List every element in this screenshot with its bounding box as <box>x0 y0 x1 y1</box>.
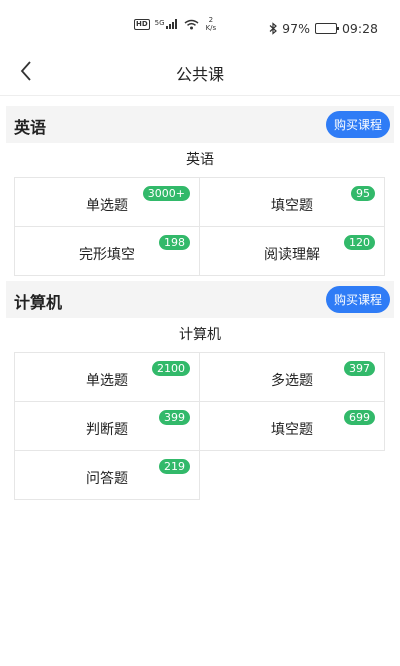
question-type-item[interactable]: 单选题 2100 <box>14 352 200 402</box>
question-count-badge: 2100 <box>152 361 190 376</box>
signal-label: 5G <box>154 19 165 27</box>
question-type-grid: 单选题 3000+ 填空题 95 完形填空 198 阅读理解 120 <box>14 177 385 276</box>
question-count-badge: 699 <box>344 410 375 425</box>
question-count-badge: 399 <box>159 410 190 425</box>
status-right: 97% 09:28 <box>269 21 378 36</box>
question-type-item[interactable]: 填空题 95 <box>199 177 385 227</box>
buy-course-button[interactable]: 购买课程 <box>326 111 390 138</box>
network-speed: 2 K/s <box>206 16 217 32</box>
question-count-badge: 95 <box>351 186 375 201</box>
wifi-icon <box>184 19 199 29</box>
battery-icon <box>314 23 339 34</box>
section-title: 计算机 <box>14 293 63 312</box>
network-speed-value: 2 <box>208 16 214 24</box>
question-type-item[interactable]: 完形填空 198 <box>14 226 200 276</box>
question-count-badge: 3000+ <box>142 186 190 201</box>
question-type-grid: 单选题 2100 多选题 397 判断题 399 填空题 699 问答题 219 <box>14 352 385 500</box>
navigation-bar: 公共课 <box>0 44 400 96</box>
question-type-item[interactable]: 填空题 699 <box>199 401 385 451</box>
section-subtitle: 英语 <box>186 152 214 168</box>
status-bar: HD 5G 2 K/s 97% 09:28 <box>0 0 400 44</box>
hd-icon: HD <box>134 18 150 30</box>
section-header: 计算机 购买课程 <box>6 281 394 318</box>
course-section-english: 英语 购买课程 英语 单选题 3000+ 填空题 95 完形填空 198 阅读理… <box>0 106 400 276</box>
page-title: 公共课 <box>175 65 224 84</box>
bluetooth-icon <box>269 22 278 35</box>
status-left: HD 5G 2 K/s <box>134 16 216 32</box>
question-type-item[interactable]: 问答题 219 <box>14 450 200 500</box>
network-speed-unit: K/s <box>205 24 217 32</box>
section-title: 英语 <box>14 118 47 137</box>
battery-percent: 97% <box>282 21 310 36</box>
question-count-badge: 120 <box>344 235 375 250</box>
question-type-item[interactable]: 判断题 399 <box>14 401 200 451</box>
section-subtitle: 计算机 <box>179 327 221 343</box>
clock: 09:28 <box>341 21 378 36</box>
cellular-signal-icon: 5G <box>155 19 179 29</box>
section-header: 英语 购买课程 <box>6 106 394 143</box>
buy-course-button[interactable]: 购买课程 <box>326 286 390 313</box>
question-count-badge: 198 <box>159 235 190 250</box>
question-type-item[interactable]: 阅读理解 120 <box>199 226 385 276</box>
question-type-item[interactable]: 多选题 397 <box>199 352 385 402</box>
question-type-item[interactable]: 单选题 3000+ <box>14 177 200 227</box>
question-count-badge: 397 <box>344 361 375 376</box>
course-section-computer: 计算机 购买课程 计算机 单选题 2100 多选题 397 判断题 399 填空… <box>0 281 400 500</box>
question-count-badge: 219 <box>159 459 190 474</box>
